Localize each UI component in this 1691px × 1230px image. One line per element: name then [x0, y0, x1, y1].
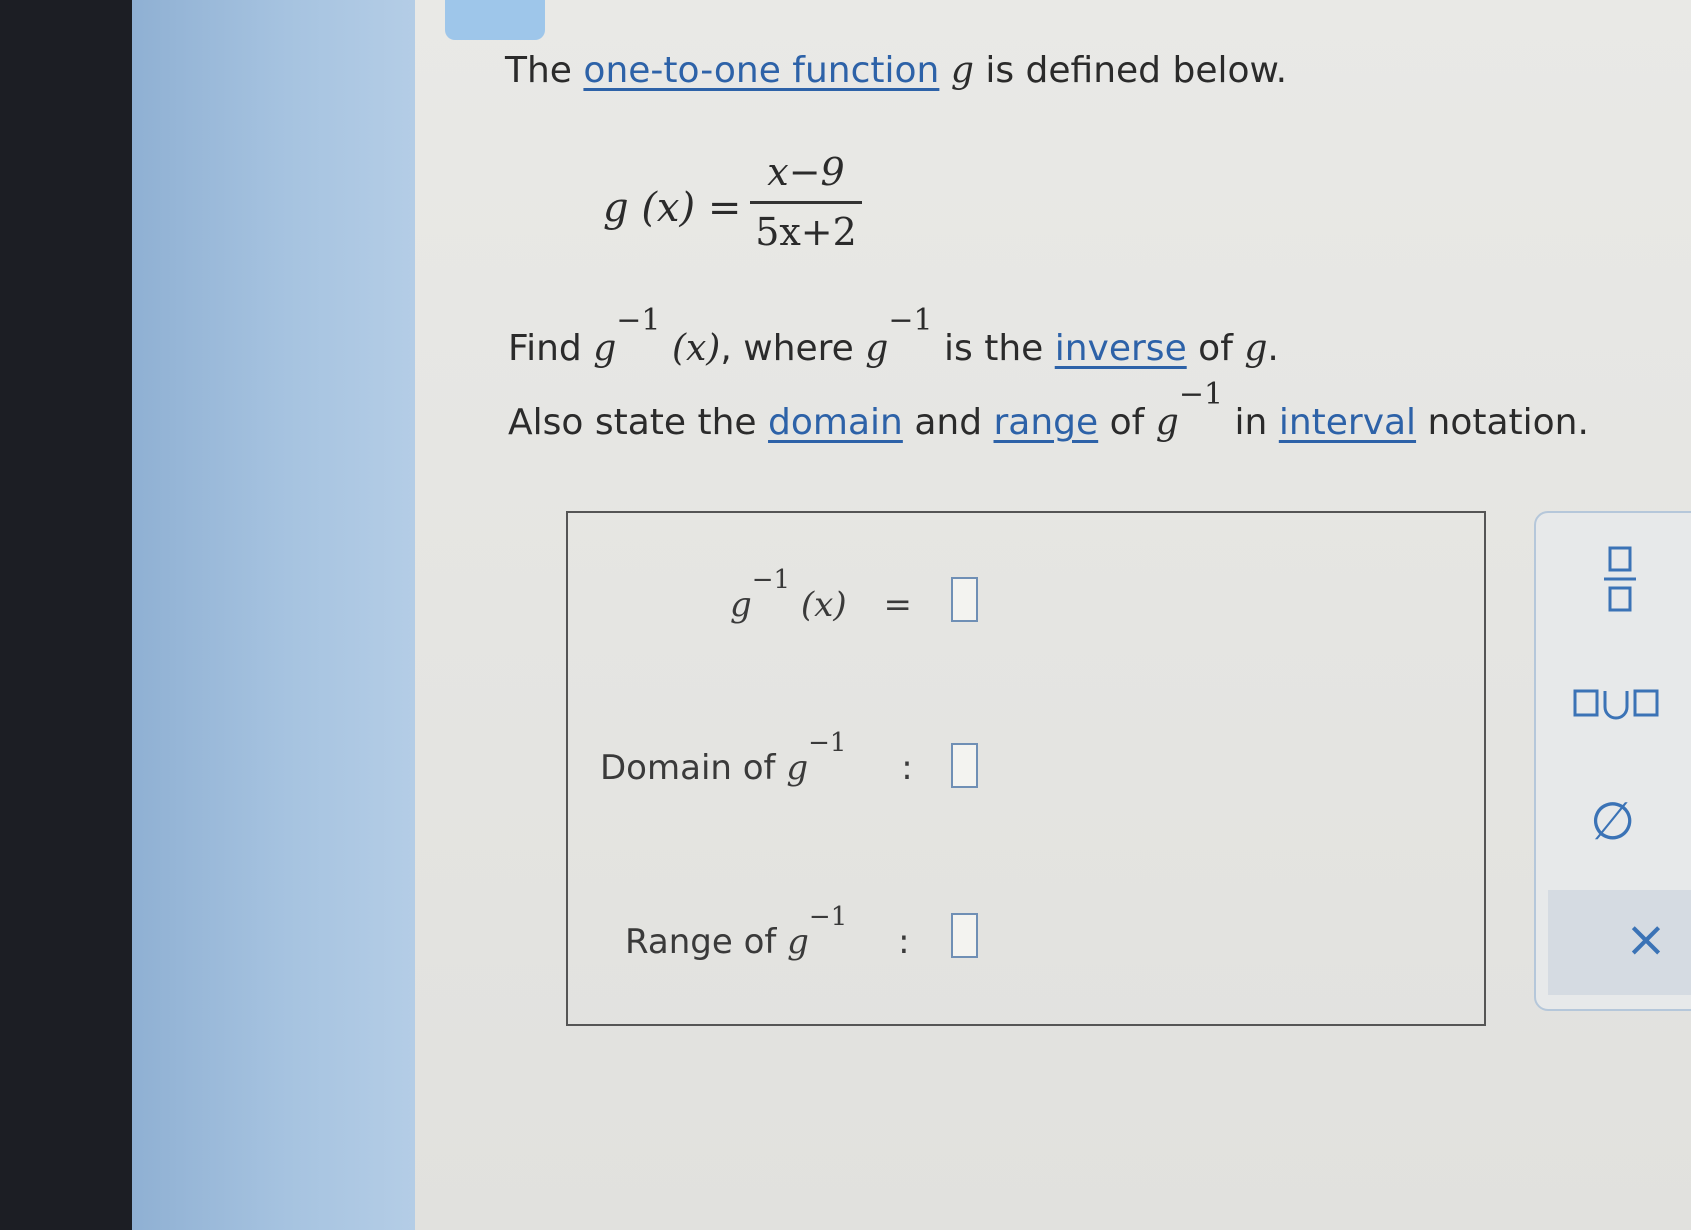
fraction-denominator: 5x+2	[755, 210, 857, 254]
close-icon: ×	[1625, 910, 1667, 968]
fraction-icon	[1604, 546, 1636, 612]
find-text: Find	[508, 328, 582, 369]
question-intro: The one-to-one function g is defined bel…	[505, 50, 1287, 91]
row-inverse-label: g−1 (x) =	[730, 565, 912, 625]
link-range[interactable]: range	[994, 402, 1099, 443]
intro-text: The	[505, 50, 572, 91]
domain-exponent: −1	[808, 728, 847, 758]
range-exponent: −1	[808, 902, 848, 932]
equation-lhs: g (x) =	[603, 185, 741, 231]
inverse-g-3: g	[1155, 402, 1179, 443]
of-text-2: of	[1109, 402, 1145, 443]
link-interval[interactable]: interval	[1279, 402, 1416, 443]
clear-button[interactable]: ×	[1625, 910, 1667, 968]
row1-equals: =	[883, 585, 912, 625]
row1-argument: (x)	[800, 585, 847, 625]
union-icon	[1573, 689, 1659, 720]
equation-function: g	[603, 185, 629, 231]
fraction-numerator: x−9	[767, 150, 845, 194]
is-the-text: is the	[944, 328, 1044, 369]
equation-equals: =	[707, 185, 742, 231]
range-answer-input[interactable]	[951, 913, 978, 958]
of-text: of	[1198, 328, 1233, 369]
link-inverse[interactable]: inverse	[1055, 328, 1187, 369]
notation-text: notation.	[1427, 402, 1589, 443]
function-g-3: g	[1244, 328, 1268, 369]
link-domain[interactable]: domain	[768, 402, 903, 443]
left-sidebar	[132, 0, 415, 1230]
inverse-exponent: −1	[616, 303, 661, 338]
range-label-text: Range of	[625, 922, 777, 962]
also-state-text: Also state the	[508, 402, 757, 443]
row-domain-label: Domain of g−1 :	[600, 728, 913, 788]
inverse-exponent-3: −1	[1178, 377, 1224, 412]
empty-set-button[interactable]: ∅	[1590, 792, 1635, 852]
empty-set-icon: ∅	[1590, 792, 1636, 852]
link-one-to-one-function[interactable]: one-to-one function	[583, 50, 939, 91]
row-range-label: Range of g−1 :	[625, 902, 910, 962]
inverse-argument: (x)	[671, 328, 721, 369]
clear-button-background	[1548, 890, 1691, 995]
period: .	[1267, 328, 1279, 369]
inverse-exponent-2: −1	[888, 303, 933, 338]
inverse-g: g	[593, 328, 617, 369]
fraction-bar	[750, 201, 862, 204]
function-variable: g	[950, 50, 974, 91]
row1-g: g	[730, 585, 752, 625]
and-text: and	[914, 402, 983, 443]
intro-suffix: is defined below.	[985, 50, 1288, 91]
inverse-answer-input[interactable]	[951, 577, 978, 622]
domain-label-text: Domain of	[600, 748, 776, 788]
range-colon: :	[898, 922, 910, 962]
domain-g: g	[786, 748, 809, 788]
domain-answer-input[interactable]	[951, 743, 978, 788]
inverse-g-2: g	[865, 328, 889, 369]
collapse-tab[interactable]	[445, 0, 545, 40]
row1-exponent: −1	[751, 565, 791, 595]
question-domain-range: Also state the domain and range of g−1 i…	[508, 377, 1589, 443]
domain-colon: :	[901, 748, 913, 788]
where-text: , where	[720, 328, 854, 369]
in-text: in	[1234, 402, 1268, 443]
union-button[interactable]	[1572, 685, 1662, 721]
equation-argument: (x)	[641, 185, 696, 231]
fraction-button[interactable]	[1600, 545, 1640, 615]
range-g: g	[787, 922, 809, 962]
monitor-bezel	[0, 0, 132, 1230]
question-find: Find g−1 (x), where g−1 is the inverse o…	[508, 303, 1279, 369]
